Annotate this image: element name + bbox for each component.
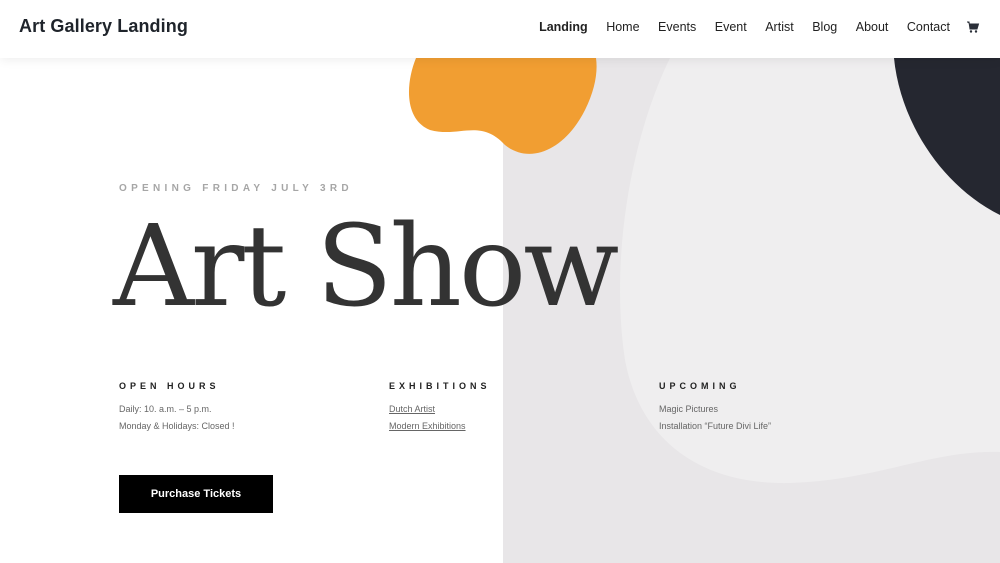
opening-date-eyebrow: OPENING FRIDAY JULY 3RD	[119, 183, 353, 194]
exhibitions-column: EXHIBITIONS Dutch Artist Modern Exhibiti…	[389, 381, 491, 438]
nav-item-home[interactable]: Home	[606, 20, 639, 34]
site-header: Art Gallery Landing Landing Home Events …	[0, 0, 1000, 58]
nav-item-events[interactable]: Events	[658, 20, 696, 34]
upcoming-heading: UPCOMING	[659, 381, 741, 391]
nav-item-landing[interactable]: Landing	[539, 20, 588, 34]
page-title: Art Show	[113, 202, 619, 332]
hours-line: Monday & Holidays: Closed !	[119, 421, 235, 431]
nav-item-about[interactable]: About	[856, 20, 889, 34]
nav-item-contact[interactable]: Contact	[907, 20, 950, 34]
shopping-cart-icon[interactable]	[966, 20, 980, 34]
exhibitions-heading: EXHIBITIONS	[389, 381, 491, 391]
upcoming-item: Installation “Future Divi Life”	[659, 421, 772, 431]
nav-item-artist[interactable]: Artist	[765, 20, 793, 34]
open-hours-heading: OPEN HOURS	[119, 381, 220, 391]
main-nav: Landing Home Events Event Artist Blog Ab…	[521, 20, 980, 34]
hours-line: Daily: 10. a.m. – 5 p.m.	[119, 404, 212, 414]
exhibition-link-dutch-artist[interactable]: Dutch Artist	[389, 404, 491, 415]
upcoming-item: Magic Pictures	[659, 404, 719, 414]
exhibition-link-modern-exhibitions[interactable]: Modern Exhibitions	[389, 421, 491, 432]
open-hours-column: OPEN HOURS Daily: 10. a.m. – 5 p.m. Mond…	[119, 381, 235, 438]
upcoming-column: UPCOMING Magic Pictures Installation “Fu…	[659, 381, 771, 438]
purchase-tickets-button[interactable]: Purchase Tickets	[119, 475, 273, 513]
nav-item-blog[interactable]: Blog	[812, 20, 837, 34]
hero-section: OPENING FRIDAY JULY 3RD Art Show OPEN HO…	[0, 0, 1000, 563]
nav-item-event[interactable]: Event	[715, 20, 747, 34]
site-logo[interactable]: Art Gallery Landing	[19, 16, 188, 37]
